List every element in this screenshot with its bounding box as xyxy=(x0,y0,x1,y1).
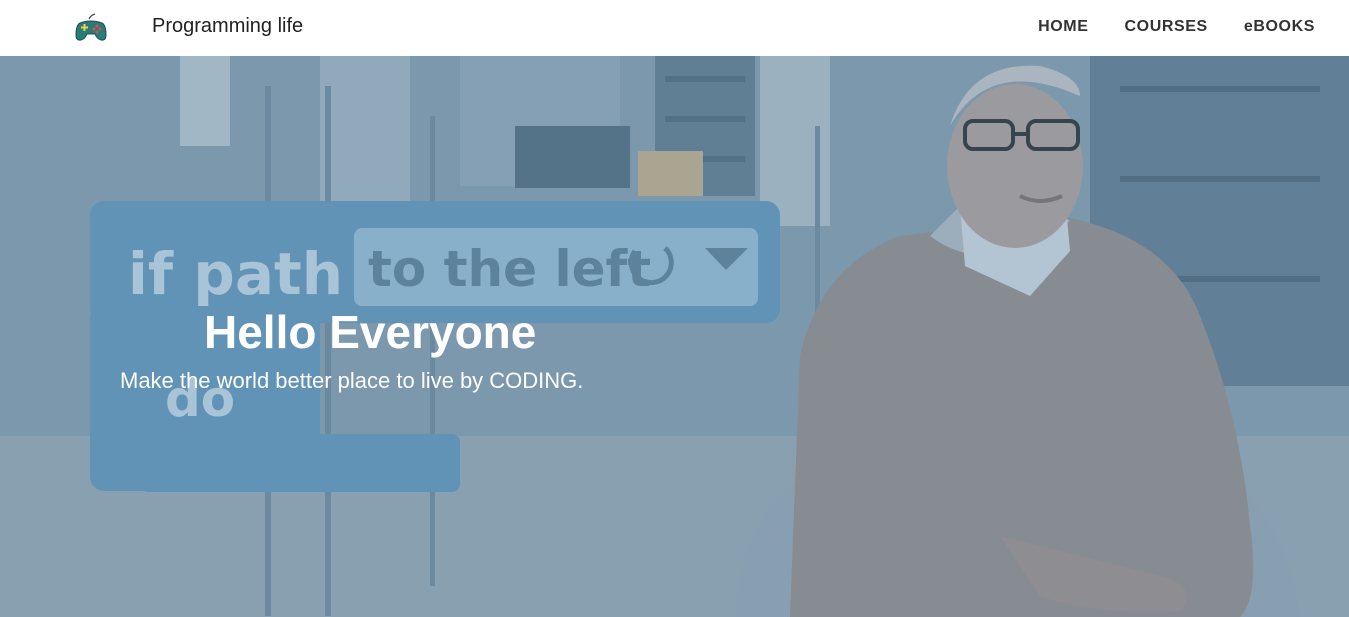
hero-overlay xyxy=(0,56,1349,617)
nav-menu: HOME COURSES eBOOKS xyxy=(1002,18,1315,36)
nav-link-courses[interactable]: COURSES xyxy=(1125,18,1208,36)
nav-link-home[interactable]: HOME xyxy=(1038,18,1088,36)
hero-section: if path to the left do Hello Everyone Ma… xyxy=(0,56,1349,617)
nav-link-ebooks[interactable]: eBOOKS xyxy=(1244,18,1315,36)
navbar: Programming life HOME COURSES eBOOKS xyxy=(0,0,1349,56)
hero-title: Hello Everyone xyxy=(204,306,537,358)
hero-subtitle: Make the world better place to live by C… xyxy=(120,368,584,393)
gamepad-icon[interactable] xyxy=(75,13,107,43)
brand-link[interactable]: Programming life xyxy=(152,15,303,38)
